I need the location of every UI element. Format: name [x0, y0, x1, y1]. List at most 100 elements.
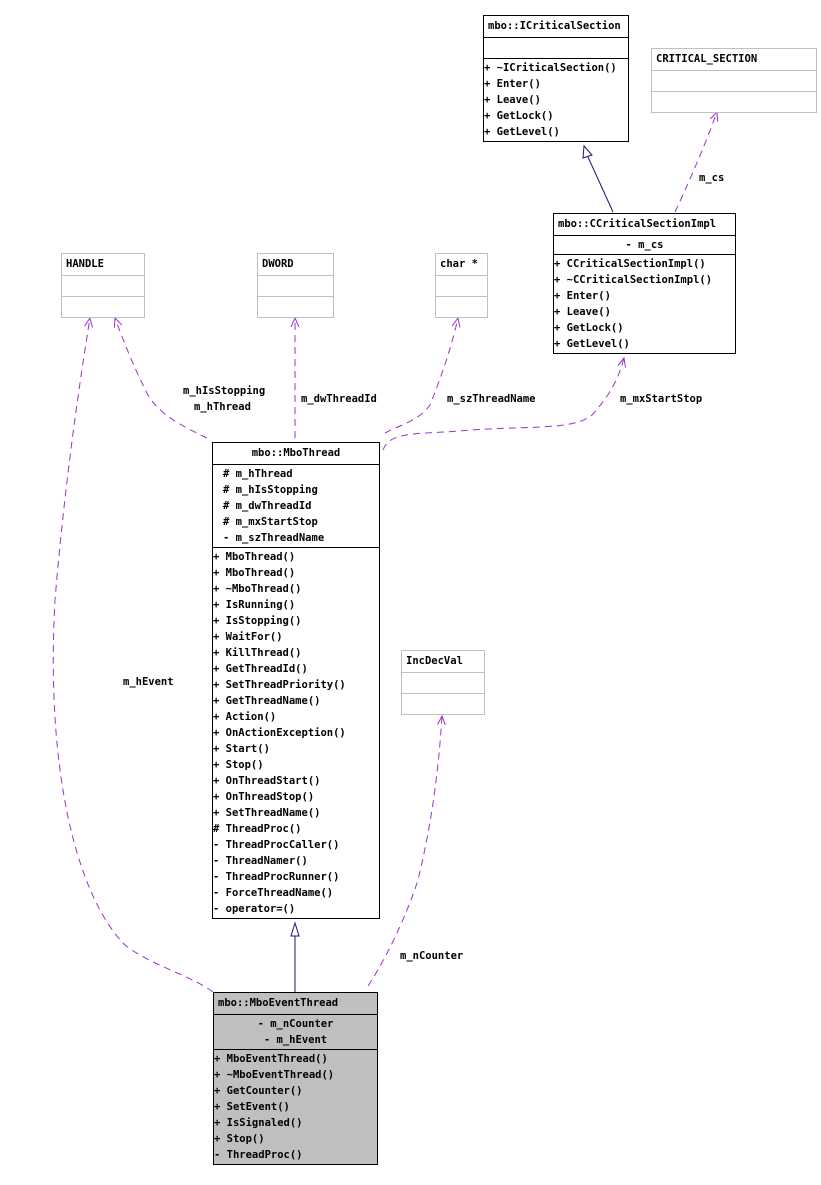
attribute-row: - m_cs [625, 239, 664, 251]
method-section [258, 296, 333, 317]
edge-label-m-szthreadname: m_szThreadName [447, 393, 536, 405]
class-title: HANDLE [66, 258, 104, 270]
method-row: + GetLevel() [554, 338, 630, 350]
method-section [652, 91, 816, 112]
method-row: + IsSignaled() [214, 1117, 303, 1129]
attribute-section [258, 275, 333, 296]
class-node-handle[interactable]: HANDLE [61, 253, 145, 318]
method-row: + OnThreadStop() [213, 791, 315, 803]
method-row: + OnThreadStart() [213, 775, 321, 787]
method-row: + Leave() [554, 306, 611, 318]
attribute-row: # m_hThread [223, 468, 293, 480]
attribute-row: - m_hEvent [263, 1034, 328, 1046]
method-row: + WaitFor() [213, 631, 283, 643]
edge-m-szthreadname [384, 318, 458, 434]
class-node-incdecval[interactable]: IncDecVal [401, 650, 485, 715]
method-row: + SetEvent() [214, 1101, 290, 1113]
method-row: + Enter() [484, 78, 541, 90]
method-row: + GetLock() [484, 110, 554, 122]
method-row: + IsStopping() [213, 615, 302, 627]
class-node-dword[interactable]: DWORD [257, 253, 334, 318]
method-row: + MboThread() [213, 551, 296, 563]
edge-m-hevent [52, 318, 214, 993]
class-title: DWORD [262, 258, 294, 270]
method-row: + GetLock() [554, 322, 624, 334]
method-section [402, 693, 484, 714]
class-title: IncDecVal [406, 655, 463, 667]
attribute-section [402, 672, 484, 693]
method-row: # ThreadProc() [213, 823, 302, 835]
edge-label-m-ncounter: m_nCounter [400, 950, 464, 962]
method-section: + MboThread() + MboThread() + ~MboThread()… [213, 547, 379, 918]
method-row: + MboThread() [213, 567, 296, 579]
attribute-section [62, 275, 144, 296]
method-row: + GetThreadName() [213, 695, 321, 707]
attribute-row: # m_hIsStopping [223, 484, 318, 496]
method-row: - ThreadProcCaller() [213, 839, 340, 851]
method-row: - ThreadProcRunner() [213, 871, 340, 883]
attribute-section: - m_nCounter - m_hEvent [214, 1014, 377, 1049]
class-node-char-ptr[interactable]: char * [435, 253, 488, 318]
edge-label-m-hthread: m_hThread [194, 401, 251, 413]
class-node-mboeventthread[interactable]: mbo::MboEventThread - m_nCounter- m_hEve… [213, 992, 378, 1165]
class-node-critical-section[interactable]: CRITICAL_SECTION [651, 48, 817, 113]
class-title: mbo::ICriticalSection [488, 20, 621, 32]
edge-m-cs [674, 112, 717, 213]
edge-mboeventthread-inherits-mbothread [290, 921, 300, 992]
attribute-section [652, 70, 816, 91]
method-section [62, 296, 144, 317]
attribute-section: # m_hThread # m_hIsStopping # m_dwThreadId… [213, 464, 379, 547]
method-row: + GetLevel() [484, 126, 560, 138]
method-row: + IsRunning() [213, 599, 296, 611]
method-row: + Stop() [214, 1133, 265, 1145]
method-section [436, 296, 487, 317]
class-node-ccriticalsectionimpl[interactable]: mbo::CCriticalSectionImpl - m_cs + CCrit… [553, 213, 736, 354]
method-section: + CCriticalSectionImpl() + ~CCriticalSect… [554, 254, 735, 353]
method-row: + Enter() [554, 290, 611, 302]
attribute-row: # m_dwThreadId [223, 500, 312, 512]
attribute-row: - m_szThreadName [223, 532, 325, 544]
edge-m-hthread [115, 318, 208, 439]
attribute-section [436, 275, 487, 296]
class-title: mbo::MboEventThread [218, 997, 339, 1009]
attribute-section [484, 37, 628, 58]
edge-label-m-hisstopping: m_hIsStopping [183, 385, 266, 397]
class-node-icriticalsection[interactable]: mbo::ICriticalSection + ~ICriticalSectio… [483, 15, 629, 142]
method-row: + ~MboThread() [213, 583, 302, 595]
attribute-row: - m_nCounter [257, 1018, 334, 1030]
method-row: + GetThreadId() [213, 663, 308, 675]
method-row: + GetCounter() [214, 1085, 303, 1097]
method-row: + MboEventThread() [214, 1053, 328, 1065]
edge-label-m-dwthreadid: m_dwThreadId [301, 393, 377, 405]
method-row: + ~MboEventThread() [214, 1069, 335, 1081]
method-row: - ThreadNamer() [213, 855, 308, 867]
attribute-row: # m_mxStartStop [223, 516, 318, 528]
edge-label-m-hevent: m_hEvent [123, 676, 174, 688]
method-row: + ~ICriticalSection() [484, 62, 617, 74]
edges-layer [52, 0, 821, 993]
edge-label-m-cs: m_cs [699, 172, 725, 184]
edge-label-m-mxstartstop: m_mxStartStop [620, 393, 703, 405]
class-node-mbothread[interactable]: mbo::MboThread # m_hThread# m_hIsStoppin… [212, 442, 380, 919]
method-section: + MboEventThread() + ~MboEventThread() + G… [214, 1049, 377, 1164]
method-row: + ~CCriticalSectionImpl() [554, 274, 713, 286]
method-row: + Start() [213, 743, 270, 755]
method-row: + Action() [213, 711, 277, 723]
method-row: + KillThread() [213, 647, 302, 659]
method-row: + SetThreadPriority() [213, 679, 346, 691]
method-row: - operator=() [213, 903, 296, 915]
class-title: CRITICAL_SECTION [656, 53, 758, 65]
class-title: mbo::MboThread [251, 447, 341, 459]
edge-ccriticalsectionimpl-inherits-icriticalsection [582, 144, 614, 213]
attribute-section: - m_cs [554, 235, 735, 254]
method-row: - ThreadProc() [214, 1149, 303, 1161]
method-row: + Leave() [484, 94, 541, 106]
method-section: + ~ICriticalSection() + Enter() + Leave() +… [484, 58, 628, 141]
class-title: mbo::CCriticalSectionImpl [558, 218, 717, 230]
method-row: + Stop() [213, 759, 264, 771]
method-row: + SetThreadName() [213, 807, 321, 819]
method-row: - ForceThreadName() [213, 887, 334, 899]
method-row: + OnActionException() [213, 727, 346, 739]
class-title: char * [440, 258, 478, 270]
method-row: + CCriticalSectionImpl() [554, 258, 706, 270]
